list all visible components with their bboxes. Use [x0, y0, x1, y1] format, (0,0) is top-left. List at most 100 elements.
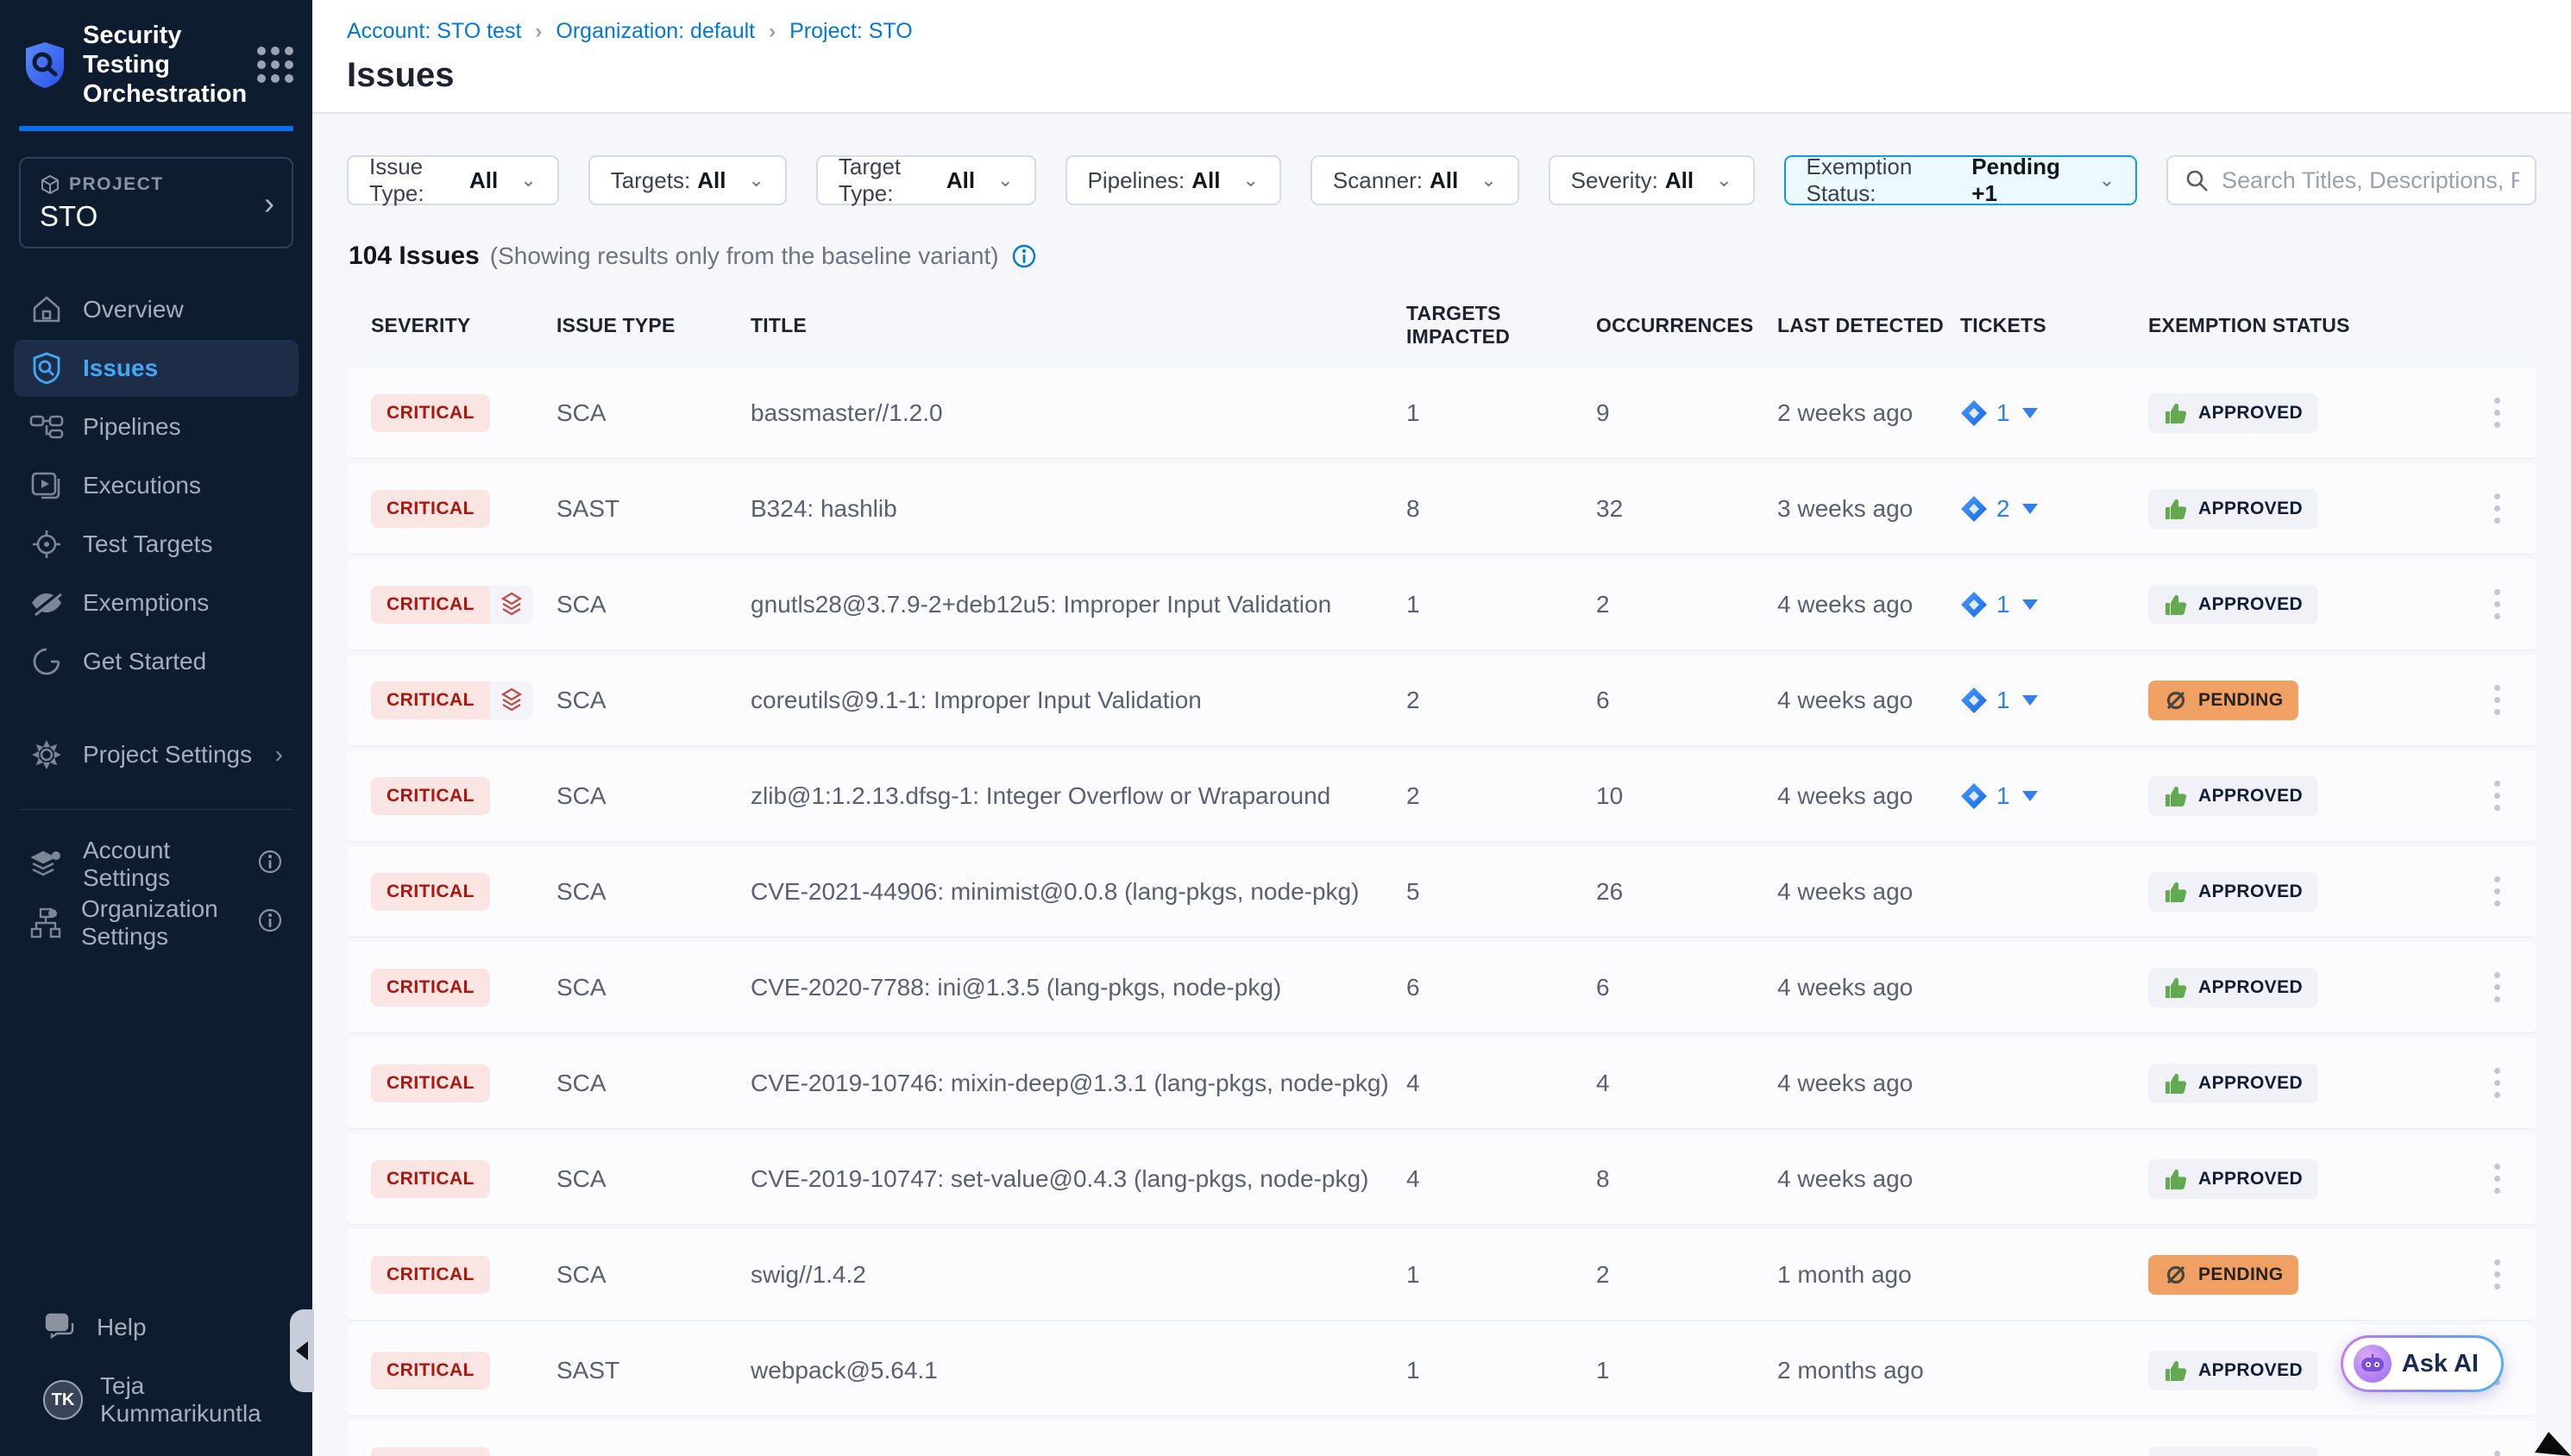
row-actions-kebab-icon[interactable]: [2482, 680, 2512, 720]
breadcrumb-link[interactable]: Organization: default: [556, 19, 755, 44]
occurrences-cell: 2: [1596, 591, 1777, 618]
issue-title[interactable]: django@1.2: [751, 1453, 1406, 1456]
filter-target-type[interactable]: Target Type:All⌄: [816, 155, 1036, 205]
sidebar-item-account-settings[interactable]: Account Settings: [14, 836, 299, 893]
issue-title[interactable]: CVE-2020-7788: ini@1.3.5 (lang-pkgs, nod…: [751, 974, 1406, 1001]
issue-title[interactable]: gnutls28@3.7.9-2+deb12u5: Improper Input…: [751, 591, 1406, 618]
filter-severity[interactable]: Severity:All⌄: [1549, 155, 1755, 205]
targets-impacted-cell: 1: [1406, 1453, 1596, 1456]
status-label: APPROVED: [2198, 882, 2303, 902]
issue-title[interactable]: zlib@1:1.2.13.dfsg-1: Integer Overflow o…: [751, 782, 1406, 810]
row-actions-kebab-icon[interactable]: [2482, 775, 2512, 816]
ticket-dropdown[interactable]: 1: [1960, 687, 2148, 714]
breadcrumb-separator-icon: ›: [535, 20, 542, 44]
table-row[interactable]: CRITICALSCACVE-2020-7788: ini@1.3.5 (lan…: [347, 942, 2536, 1032]
table-row[interactable]: CRITICALSCAgnutls28@3.7.9-2+deb12u5: Imp…: [347, 559, 2536, 650]
sidebar-item-pipelines[interactable]: Pipelines: [14, 399, 299, 455]
project-selector[interactable]: PROJECT STO ›: [19, 157, 293, 248]
issue-title[interactable]: bassmaster//1.2.0: [751, 399, 1406, 427]
sidebar-item-executions[interactable]: Executions: [14, 457, 299, 514]
row-actions-kebab-icon[interactable]: [2482, 1063, 2512, 1103]
table-row[interactable]: CRITICAL SCAzlib@1:1.2.13.dfsg-1: Integer…: [347, 750, 2536, 841]
ticket-dropdown[interactable]: 2: [1960, 495, 2148, 523]
row-actions-kebab-icon[interactable]: [2482, 1254, 2512, 1295]
exemption-pending-icon: [2164, 688, 2188, 712]
row-actions-kebab-icon[interactable]: [2482, 488, 2512, 529]
row-actions-kebab-icon[interactable]: [2482, 1158, 2512, 1199]
sidebar-item-get-started[interactable]: Get Started: [14, 633, 299, 690]
main-area: Account: STO test›Organization: default›…: [312, 0, 2571, 1456]
robot-icon: [2354, 1345, 2392, 1383]
filter-exemption-status[interactable]: Exemption Status:Pending +1⌄: [1784, 155, 2138, 205]
eye-off-icon: [29, 586, 64, 620]
sidebar-item-overview[interactable]: Overview: [14, 281, 299, 338]
issue-title[interactable]: webpack@5.64.1: [751, 1357, 1406, 1384]
sidebar-item-project-settings[interactable]: Project Settings›: [14, 726, 299, 783]
ticket-dropdown[interactable]: 1: [1960, 782, 2148, 810]
breadcrumb-link[interactable]: Project: STO: [789, 19, 913, 44]
last-detected-cell: 1 month ago: [1777, 1261, 1960, 1289]
table-row[interactable]: CRITICALSCACVE-2019-10746: mixin-deep@1.…: [347, 1038, 2536, 1128]
filter-value: All: [1191, 167, 1220, 194]
filter-scanner[interactable]: Scanner:All⌄: [1311, 155, 1519, 205]
issue-type-cell: SCA: [556, 1165, 751, 1193]
breadcrumb-link[interactable]: Account: STO test: [347, 19, 521, 44]
table-row[interactable]: CRITICALSCAswig//1.4.2121 month agoPENDI…: [347, 1229, 2536, 1320]
row-actions-kebab-icon[interactable]: [2482, 584, 2512, 624]
sidebar-item-test-targets[interactable]: Test Targets: [14, 516, 299, 573]
ask-ai-label: Ask AI: [2402, 1350, 2479, 1378]
table-row[interactable]: CRITICALSCACVE-2019-10747: set-value@0.4…: [347, 1133, 2536, 1224]
search-input[interactable]: [2222, 167, 2519, 194]
issue-title[interactable]: B324: hashlib: [751, 495, 1406, 523]
user-menu[interactable]: TK Teja Kummarikuntla: [28, 1371, 285, 1428]
target-icon: [29, 527, 64, 562]
filter-pipelines[interactable]: Pipelines:All⌄: [1065, 155, 1281, 205]
severity-badge: CRITICAL: [371, 777, 490, 815]
ticket-dropdown[interactable]: 1: [1960, 591, 2148, 618]
issue-title[interactable]: coreutils@9.1-1: Improper Input Validati…: [751, 687, 1406, 714]
chevron-down-icon: [2022, 504, 2038, 514]
issues-count-line: 104 Issues (Showing results only from th…: [349, 242, 2536, 271]
row-actions-kebab-icon[interactable]: [2482, 967, 2512, 1007]
sidebar-item-issues[interactable]: Issues: [14, 340, 299, 397]
exemption-stack-icon: [490, 586, 533, 624]
status-label: APPROVED: [2198, 977, 2303, 998]
issue-title[interactable]: swig//1.4.2: [751, 1261, 1406, 1289]
sidebar-item-label: Exemptions: [83, 589, 209, 617]
help-button[interactable]: ? Help: [28, 1299, 285, 1356]
ticket-dropdown[interactable]: 1: [1960, 399, 2148, 427]
table-row[interactable]: CRITICALSASTdjango@1.21222 months agoAPP…: [347, 1421, 2536, 1456]
targets-impacted-cell: 2: [1406, 782, 1596, 810]
sidebar-item-organization-settings[interactable]: Organization Settings: [14, 894, 299, 951]
issue-type-cell: SCA: [556, 782, 751, 810]
page-title: Issues: [347, 56, 2536, 95]
column-header-targets-impacted: TARGETS IMPACTED: [1406, 302, 1596, 348]
issue-title[interactable]: CVE-2019-10747: set-value@0.4.3 (lang-pk…: [751, 1165, 1406, 1193]
table-row[interactable]: CRITICALSASTB324: hashlib8323 weeks ago2…: [347, 463, 2536, 554]
table-row[interactable]: CRITICALSASTwebpack@5.64.1112 months ago…: [347, 1325, 2536, 1415]
exemption-status-cell: APPROVED: [2148, 872, 2450, 912]
filter-issue-type[interactable]: Issue Type:All⌄: [347, 155, 559, 205]
search-box[interactable]: [2166, 155, 2536, 205]
info-icon[interactable]: [1011, 243, 1037, 269]
column-header-issue-type: ISSUE TYPE: [556, 314, 751, 337]
row-actions-kebab-icon[interactable]: [2482, 1446, 2512, 1456]
table-row[interactable]: CRITICALSCAbassmaster//1.2.0192 weeks ag…: [347, 367, 2536, 458]
filter-targets[interactable]: Targets:All⌄: [588, 155, 787, 205]
severity-cell: CRITICAL: [371, 1256, 556, 1294]
severity-label: CRITICAL: [371, 681, 490, 719]
module-switcher-icon[interactable]: [257, 47, 293, 83]
issue-type-cell: SCA: [556, 399, 751, 427]
sidebar-collapse-handle[interactable]: [290, 1309, 314, 1392]
issue-title[interactable]: CVE-2021-44906: minimist@0.0.8 (lang-pkg…: [751, 878, 1406, 906]
column-header-tickets: TICKETS: [1960, 314, 2148, 337]
issue-title[interactable]: CVE-2019-10746: mixin-deep@1.3.1 (lang-p…: [751, 1070, 1406, 1097]
table-row[interactable]: CRITICALSCAcoreutils@9.1-1: Improper Inp…: [347, 655, 2536, 745]
table-row[interactable]: CRITICALSCACVE-2021-44906: minimist@0.0.…: [347, 846, 2536, 937]
sidebar-item-exemptions[interactable]: Exemptions: [14, 574, 299, 631]
last-detected-cell: 4 weeks ago: [1777, 687, 1960, 714]
sidebar-item-label: Executions: [83, 472, 201, 499]
row-actions-kebab-icon[interactable]: [2482, 871, 2512, 912]
ask-ai-button[interactable]: Ask AI: [2341, 1335, 2504, 1392]
row-actions-kebab-icon[interactable]: [2482, 392, 2512, 433]
